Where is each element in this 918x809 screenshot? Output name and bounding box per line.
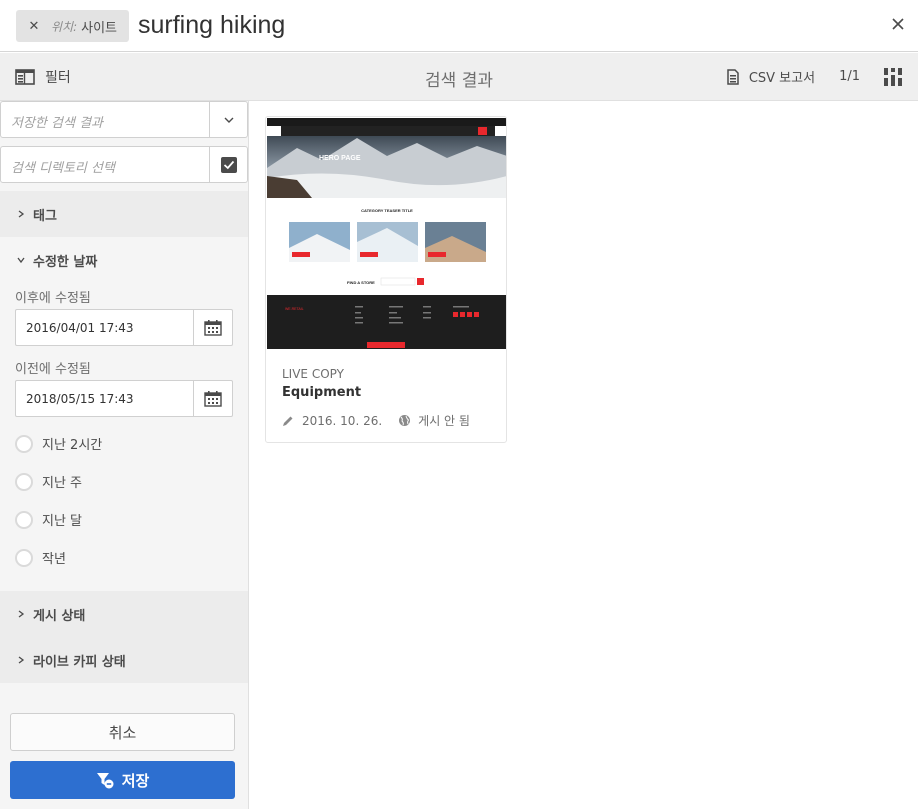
globe-unpublished-icon: [399, 415, 411, 426]
result-publish-status: 게시 안 됨: [418, 414, 470, 428]
chevron-down-icon: [224, 117, 233, 123]
directory-picker-button[interactable]: [209, 147, 247, 182]
chevron-right-icon: [18, 610, 25, 618]
radio-circle[interactable]: [15, 548, 33, 567]
status-sections: 게시 상태 라이브 카피 상태: [0, 591, 248, 683]
calendar-icon: [204, 319, 222, 336]
livecopy-status-label: 라이브 카피 상태: [33, 654, 126, 670]
save-button[interactable]: 저장: [10, 761, 235, 799]
search-bar: ✕ 위치: 사이트 surfing hiking: [0, 0, 918, 52]
modified-after-calendar-button[interactable]: [193, 310, 232, 345]
pencil-icon: [283, 416, 293, 426]
modified-date-header[interactable]: 수정한 날짜: [0, 237, 248, 283]
publish-status-header[interactable]: 게시 상태: [0, 591, 248, 637]
modified-after-label: 이후에 수정됨: [15, 291, 91, 306]
radio-last-month[interactable]: 지난 달: [15, 510, 82, 529]
thumb-brand: WE.RETAIL: [285, 307, 304, 311]
csv-report-icon: [727, 68, 739, 85]
save-filter-icon: [96, 773, 114, 789]
cancel-button[interactable]: 취소: [10, 713, 235, 751]
radio-circle[interactable]: [15, 472, 33, 491]
result-count: 1/1: [839, 69, 860, 84]
search-directory-placeholder: 검색 디렉토리 선택: [11, 161, 115, 176]
modified-before-label: 이전에 수정됨: [15, 362, 91, 377]
remove-tag-icon[interactable]: ✕: [26, 19, 42, 34]
close-search-icon[interactable]: [890, 16, 906, 32]
csv-report-label: CSV 보고서: [748, 71, 816, 86]
saved-search-select[interactable]: 저장한 검색 결과: [0, 101, 248, 138]
radio-label: 작년: [42, 552, 66, 567]
filter-toggle-button[interactable]: 필터: [15, 67, 71, 87]
calendar-icon: [204, 390, 222, 407]
chevron-right-icon: [18, 210, 25, 218]
livecopy-status-header[interactable]: 라이브 카피 상태: [0, 637, 248, 683]
chevron-down-icon: [17, 257, 25, 264]
radio-circle[interactable]: [15, 510, 33, 529]
radio-label: 지난 달: [42, 514, 83, 529]
action-bar: 필터 검색 결과 CSV 보고서 1/1: [0, 53, 918, 101]
location-tag-label: 위치:: [51, 19, 78, 34]
checkbox-select-icon: [220, 156, 237, 173]
radio-last-2-hours[interactable]: 지난 2시간: [15, 434, 102, 453]
result-meta: 2016. 10. 26. 게시 안 됨: [282, 412, 470, 429]
result-type: LIVE COPY: [282, 367, 344, 381]
saved-search-placeholder: 저장한 검색 결과: [11, 116, 103, 131]
modified-after-field[interactable]: 2016/04/01 17:43: [15, 309, 233, 346]
result-title: Equipment: [282, 385, 362, 400]
card-view-icon[interactable]: [884, 67, 902, 86]
thumb-teaser-title: CATEGORY TEASER TITLE: [361, 208, 413, 213]
radio-circle[interactable]: [15, 434, 33, 453]
rail-toggle-icon: [15, 69, 35, 85]
search-directory-field[interactable]: 검색 디렉토리 선택: [0, 146, 248, 183]
publish-status-label: 게시 상태: [33, 608, 86, 624]
thumbnail-image: HERO PAGE CATEGORY TEASER TITLE FIND A S…: [267, 118, 506, 349]
search-input[interactable]: surfing hiking: [138, 11, 285, 40]
radio-label: 지난 주: [42, 476, 83, 491]
save-label: 저장: [121, 771, 150, 790]
chevron-right-icon: [18, 656, 25, 664]
result-modified-date: 2016. 10. 26.: [302, 413, 383, 428]
modified-before-value: 2018/05/15 17:43: [26, 392, 134, 406]
csv-report-button[interactable]: CSV 보고서: [727, 67, 815, 86]
saved-search-dropdown-button[interactable]: [209, 102, 247, 137]
modified-before-field[interactable]: 2018/05/15 17:43: [15, 380, 233, 417]
filter-rail: 저장한 검색 결과 검색 디렉토리 선택 태그 수정한 날짜 이후에 수정됨 2…: [0, 101, 249, 809]
filter-label: 필터: [45, 70, 71, 86]
location-tag-value: 사이트: [81, 20, 118, 36]
tags-label: 태그: [33, 208, 57, 224]
radio-last-year[interactable]: 작년: [15, 548, 66, 567]
page-thumbnail: HERO PAGE CATEGORY TEASER TITLE FIND A S…: [267, 118, 506, 349]
modified-before-calendar-button[interactable]: [193, 381, 232, 416]
modified-after-value: 2016/04/01 17:43: [26, 321, 134, 335]
radio-last-week[interactable]: 지난 주: [15, 472, 82, 491]
location-tag[interactable]: ✕ 위치: 사이트: [16, 10, 129, 42]
radio-label: 지난 2시간: [42, 438, 103, 453]
tags-section[interactable]: 태그: [0, 191, 248, 237]
modified-date-label: 수정한 날짜: [33, 254, 98, 270]
result-card[interactable]: HERO PAGE CATEGORY TEASER TITLE FIND A S…: [265, 116, 507, 443]
thumb-find-store: FIND A STORE: [347, 280, 375, 285]
thumb-hero-text: HERO PAGE: [319, 155, 361, 162]
